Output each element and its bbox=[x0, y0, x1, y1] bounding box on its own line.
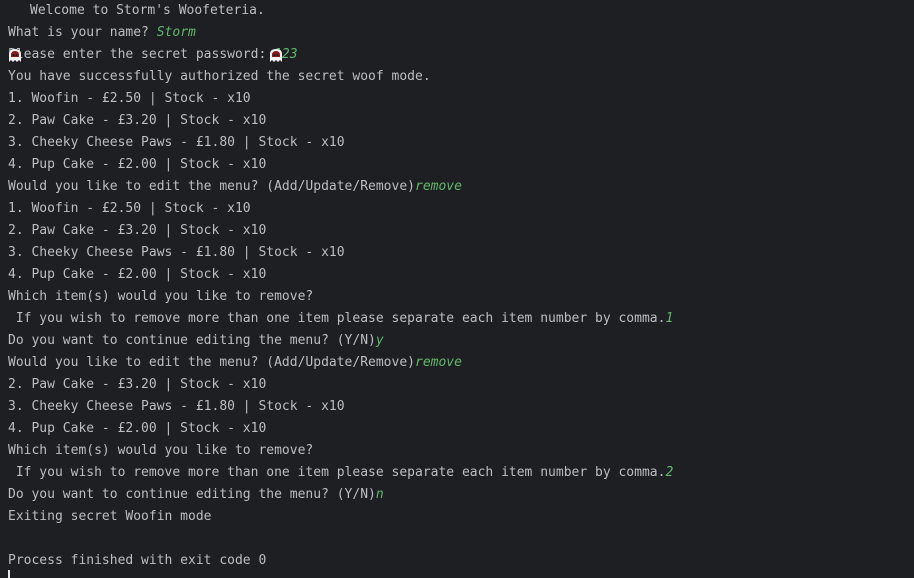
program-output-text: 2. Paw Cake - £3.20 | Stock - x10 bbox=[8, 223, 267, 238]
console-line: You have successfully authorized the sec… bbox=[8, 66, 908, 88]
console-line: Please enter the secret password: 123 bbox=[8, 44, 908, 66]
user-input-text: n bbox=[375, 487, 384, 502]
user-input-text: remove bbox=[415, 355, 462, 370]
program-output-text: Exiting secret Woofin mode bbox=[8, 509, 212, 524]
program-output-text: Please enter the secret password: bbox=[8, 47, 275, 62]
program-output-text: 1. Woofin - £2.50 | Stock - x10 bbox=[8, 201, 251, 216]
console-line: 3. Cheeky Cheese Paws - £1.80 | Stock - … bbox=[8, 396, 908, 418]
console-line: 1. Woofin - £2.50 | Stock - x10 bbox=[8, 88, 908, 110]
console-line: Do you want to continue editing the menu… bbox=[8, 330, 908, 352]
console-line: Do you want to continue editing the menu… bbox=[8, 484, 908, 506]
program-output-text: Process finished with exit code 0 bbox=[8, 553, 267, 568]
program-output-text: Which item(s) would you like to remove? bbox=[8, 289, 314, 304]
console-line: 1. Woofin - £2.50 | Stock - x10 bbox=[8, 198, 908, 220]
program-output-text: 2. Paw Cake - £3.20 | Stock - x10 bbox=[8, 113, 267, 128]
console-line: 2. Paw Cake - £3.20 | Stock - x10 bbox=[8, 220, 908, 242]
user-input-text: y bbox=[375, 333, 384, 348]
ghost-icon bbox=[8, 4, 22, 62]
console-line: 4. Pup Cake - £2.00 | Stock - x10 bbox=[8, 264, 908, 286]
console-line: Which item(s) would you like to remove? bbox=[8, 440, 908, 462]
program-output-text: Do you want to continue editing the menu… bbox=[8, 487, 376, 502]
console-line: 2. Paw Cake - £3.20 | Stock - x10 bbox=[8, 110, 908, 132]
console-line: 2. Paw Cake - £3.20 | Stock - x10 bbox=[8, 374, 908, 396]
program-output-text: 2. Paw Cake - £3.20 | Stock - x10 bbox=[8, 377, 267, 392]
console-line: Which item(s) would you like to remove? bbox=[8, 286, 908, 308]
console-line: Exiting secret Woofin mode bbox=[8, 506, 908, 528]
console-line: 3. Cheeky Cheese Paws - £1.80 | Stock - … bbox=[8, 132, 908, 154]
user-input-text: 2 bbox=[665, 465, 674, 480]
program-output-text: Would you like to edit the menu? (Add/Up… bbox=[8, 355, 415, 370]
console-line: 4. Pup Cake - £2.00 | Stock - x10 bbox=[8, 154, 908, 176]
console-line: What is your name? Storm bbox=[8, 22, 908, 44]
program-output-text: Would you like to edit the menu? (Add/Up… bbox=[8, 179, 415, 194]
welcome-line: Welcome to Storm's Woofeteria. bbox=[8, 0, 908, 62]
program-output-text: 3. Cheeky Cheese Paws - £1.80 | Stock - … bbox=[8, 399, 345, 414]
input-caret[interactable] bbox=[8, 570, 10, 578]
console-line: Process finished with exit code 0 bbox=[8, 550, 908, 572]
program-output-text: 1. Woofin - £2.50 | Stock - x10 bbox=[8, 91, 251, 106]
run-console-output: Welcome to Storm's Woofeteria. What is y… bbox=[8, 0, 908, 572]
console-line: Would you like to edit the menu? (Add/Up… bbox=[8, 352, 908, 374]
console-line: 4. Pup Cake - £2.00 | Stock - x10 bbox=[8, 418, 908, 440]
console-lines: What is your name? Storm Please enter the… bbox=[8, 22, 908, 572]
program-output-text: 4. Pup Cake - £2.00 | Stock - x10 bbox=[8, 157, 267, 172]
welcome-text: Welcome to Storm's Woofeteria. bbox=[30, 3, 265, 18]
console-line: 3. Cheeky Cheese Paws - £1.80 | Stock - … bbox=[8, 242, 908, 264]
user-input-text: Storm bbox=[156, 25, 196, 40]
program-output-text: 4. Pup Cake - £2.00 | Stock - x10 bbox=[8, 421, 267, 436]
ghost-icon bbox=[269, 4, 283, 62]
program-output-text: 3. Cheeky Cheese Paws - £1.80 | Stock - … bbox=[8, 245, 345, 260]
program-output-text: Do you want to continue editing the menu… bbox=[8, 333, 376, 348]
program-output-text: If you wish to remove more than one item… bbox=[8, 465, 666, 480]
console-line: If you wish to remove more than one item… bbox=[8, 308, 908, 330]
program-output-text: 4. Pup Cake - £2.00 | Stock - x10 bbox=[8, 267, 267, 282]
console-line: If you wish to remove more than one item… bbox=[8, 462, 908, 484]
user-input-text: remove bbox=[415, 179, 462, 194]
program-output-text: If you wish to remove more than one item… bbox=[8, 311, 666, 326]
user-input-text: 1 bbox=[665, 311, 674, 326]
program-output-text: 3. Cheeky Cheese Paws - £1.80 | Stock - … bbox=[8, 135, 345, 150]
program-output-text: You have successfully authorized the sec… bbox=[8, 69, 431, 84]
console-line: Would you like to edit the menu? (Add/Up… bbox=[8, 176, 908, 198]
program-output-text: Which item(s) would you like to remove? bbox=[8, 443, 314, 458]
